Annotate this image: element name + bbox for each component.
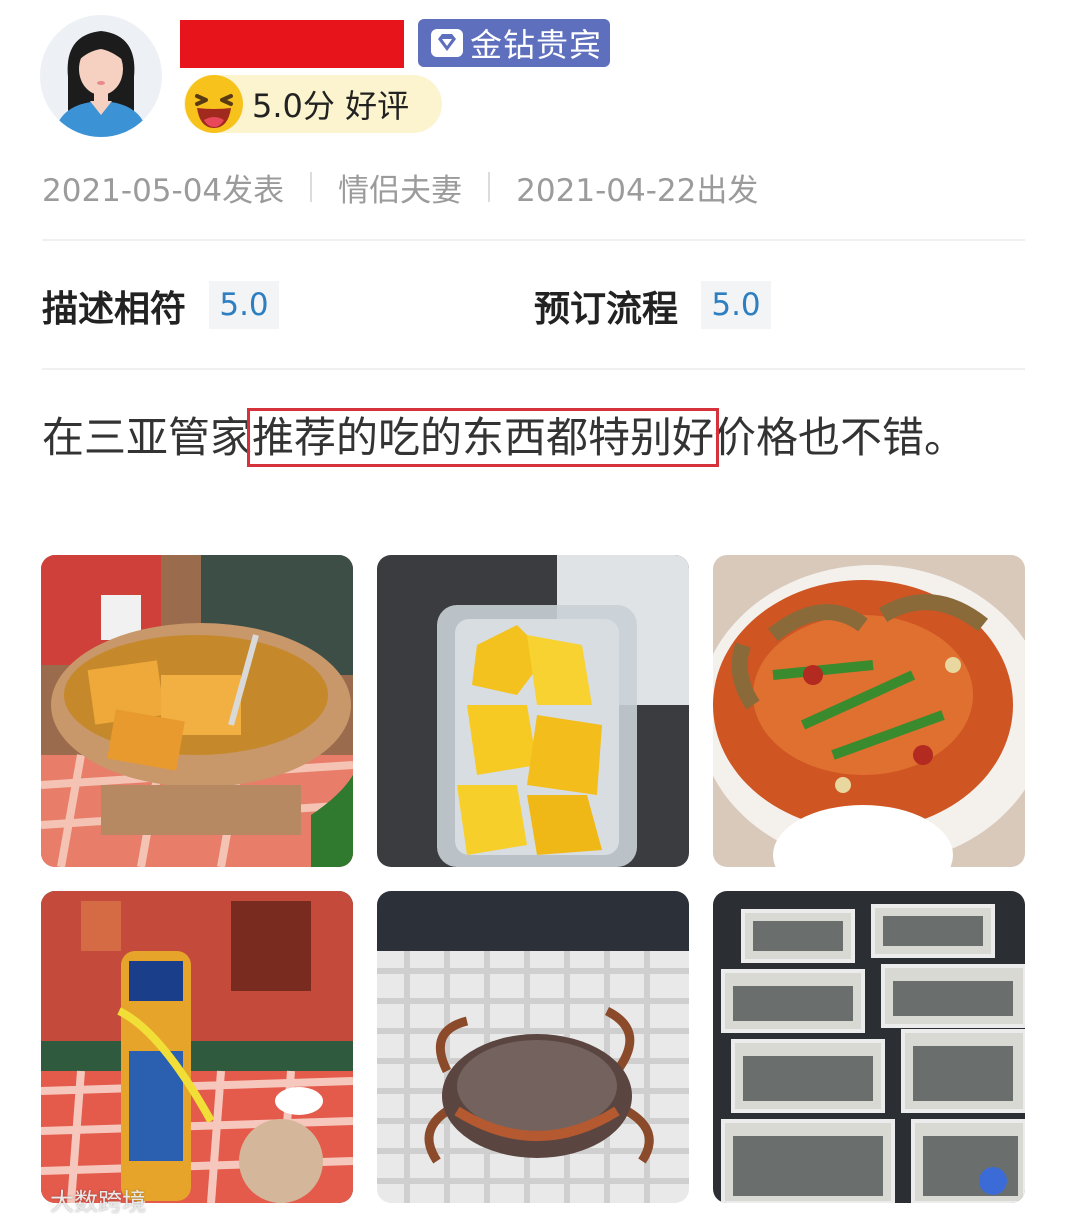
review-meta: 2021-05-04发表 情侣夫妻 2021-04-22出发 bbox=[42, 165, 758, 209]
review-text-prefix: 在三亚管家 bbox=[42, 413, 253, 462]
divider bbox=[42, 368, 1025, 370]
review-photo-1[interactable] bbox=[41, 555, 353, 867]
divider bbox=[42, 239, 1025, 241]
score-text: 5.0分 好评 bbox=[252, 87, 410, 125]
rating-label-description: 描述相符 bbox=[42, 289, 187, 330]
meta-separator bbox=[310, 172, 313, 202]
rating-value-description: 5.0 bbox=[209, 281, 279, 329]
rating-value-booking: 5.0 bbox=[701, 281, 771, 329]
username-redacted bbox=[180, 20, 404, 68]
brand-logo-icon bbox=[10, 1189, 41, 1210]
review-photo-6[interactable] bbox=[713, 891, 1025, 1203]
laughing-face-icon bbox=[185, 75, 243, 133]
user-avatar[interactable] bbox=[40, 15, 162, 137]
review-photo-5[interactable] bbox=[377, 891, 689, 1203]
diamond-icon bbox=[431, 29, 463, 57]
review-text-suffix: 价格也不错。 bbox=[714, 413, 967, 462]
posted-date: 2021-05-04发表 bbox=[42, 172, 285, 209]
rating-label-booking: 预订流程 bbox=[534, 289, 679, 330]
review-photo-3[interactable] bbox=[713, 555, 1025, 867]
review-photo-2[interactable] bbox=[377, 555, 689, 867]
vip-badge: 金钻贵宾 bbox=[418, 19, 610, 67]
review-text: 在三亚管家推荐的吃的东西都特别好价格也不错。 bbox=[42, 405, 1032, 471]
trip-type: 情侣夫妻 bbox=[338, 172, 463, 209]
review-text-highlight: 推荐的吃的东西都特别好 bbox=[247, 408, 720, 467]
vip-badge-label: 金钻贵宾 bbox=[470, 26, 603, 64]
watermark-text: 大数跨境 bbox=[50, 1188, 146, 1216]
watermark: 大数跨境 bbox=[8, 1182, 146, 1217]
meta-separator bbox=[488, 172, 491, 202]
score-pill: 5.0分 好评 bbox=[184, 75, 442, 133]
departure-date: 2021-04-22出发 bbox=[516, 172, 759, 209]
review-photo-4[interactable] bbox=[41, 891, 353, 1203]
